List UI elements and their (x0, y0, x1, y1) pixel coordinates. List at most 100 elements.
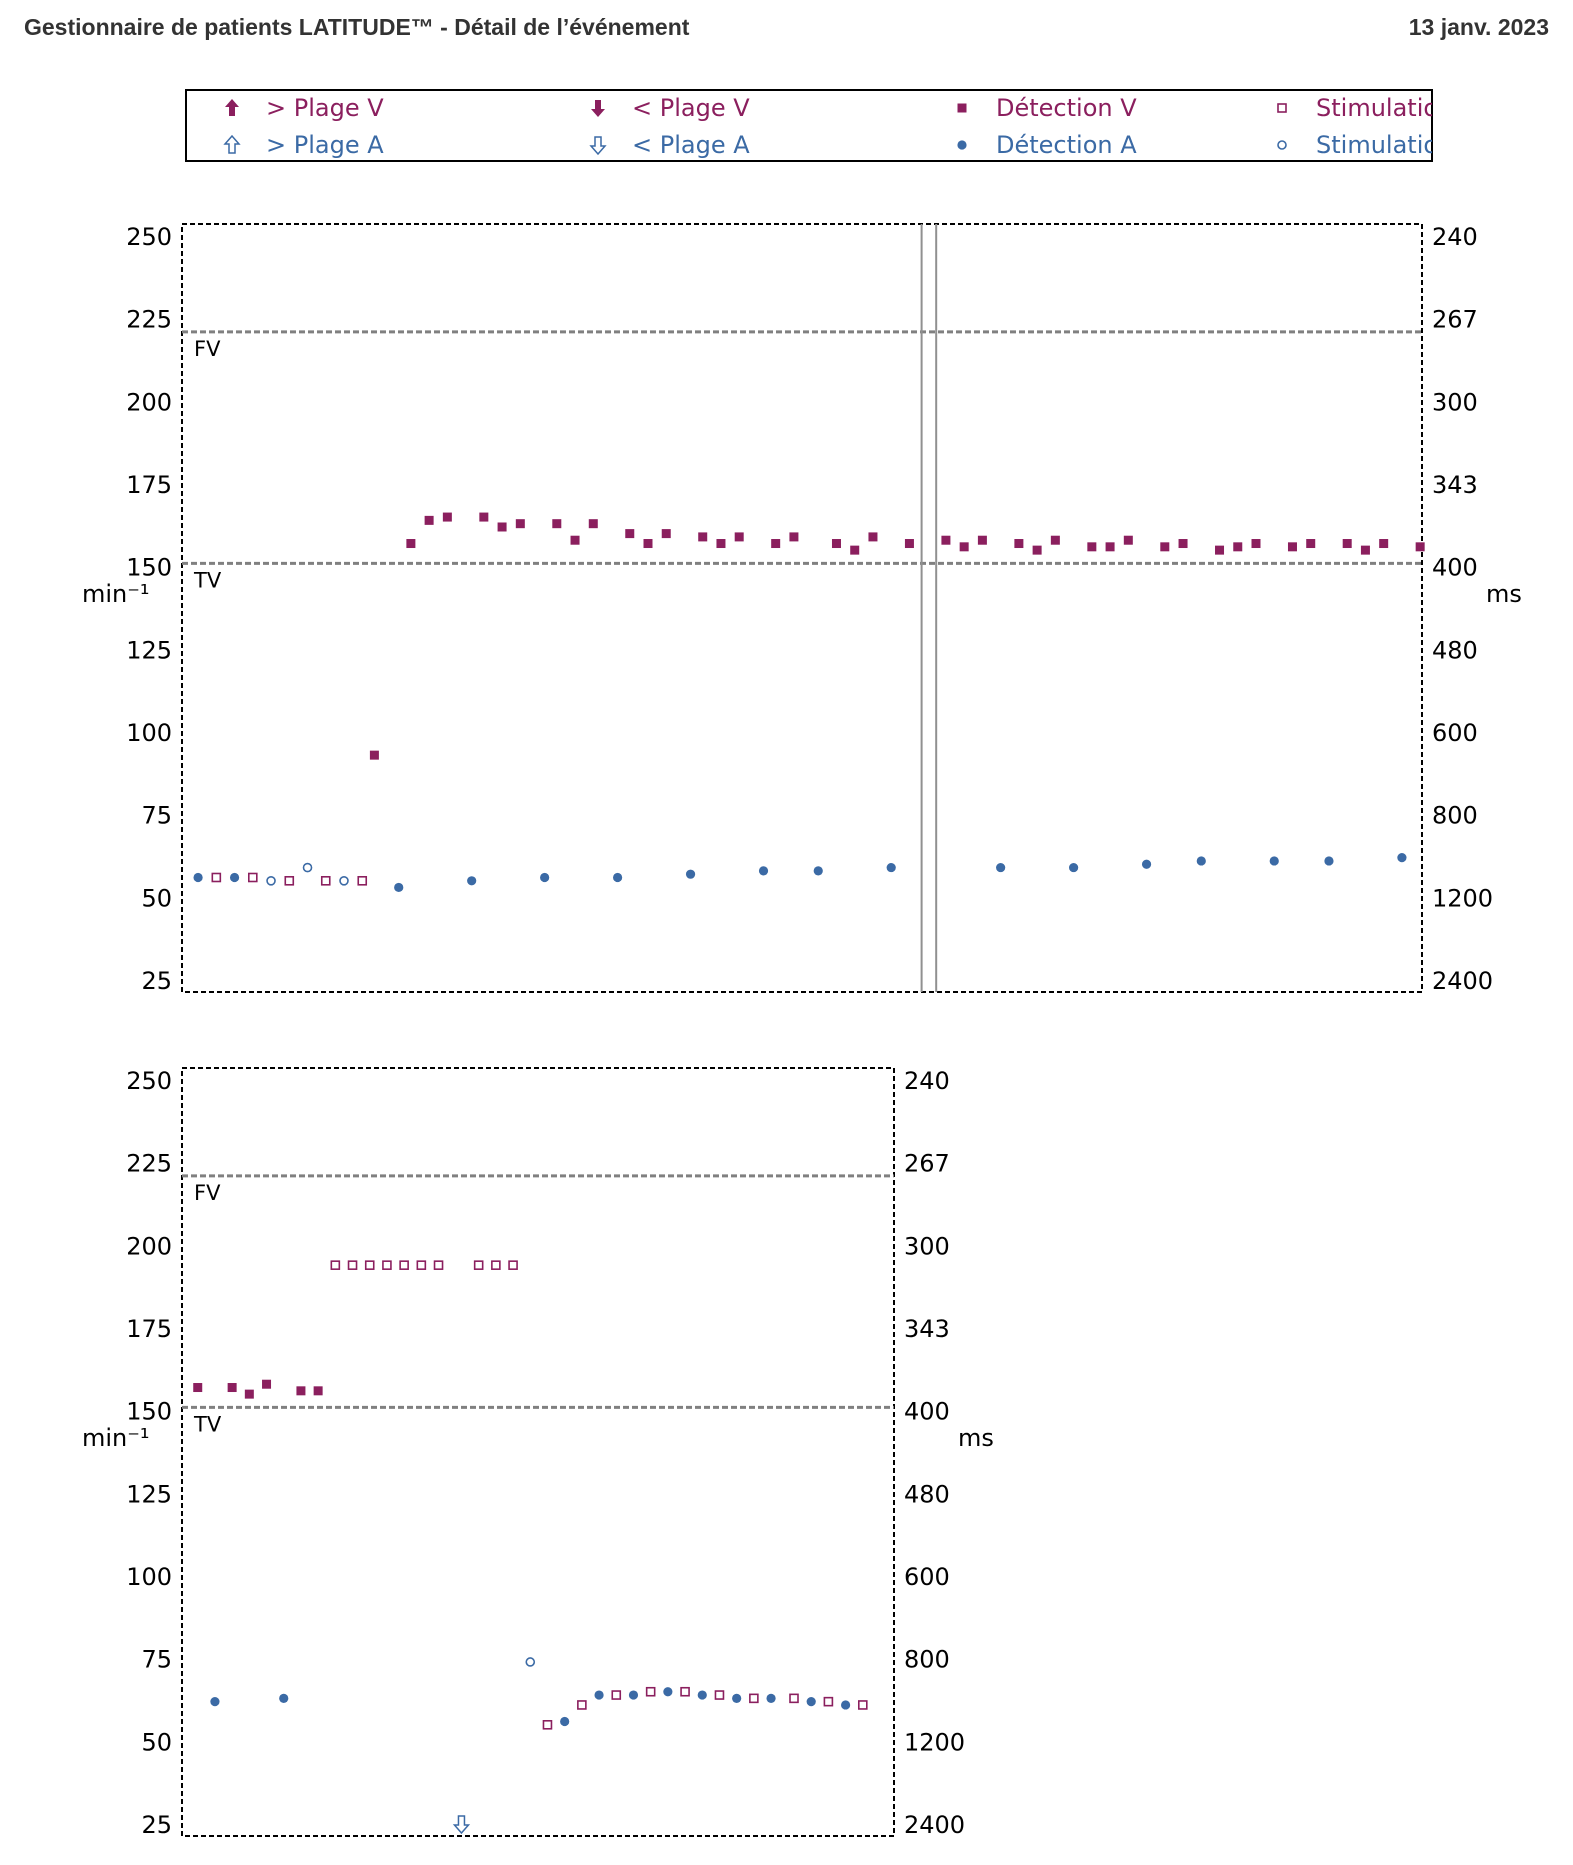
y-tick-label-left: 200 (126, 388, 172, 416)
data-point (1196, 856, 1206, 866)
data-point (806, 1697, 816, 1707)
y-tick-label-left: 225 (126, 306, 172, 334)
y-tick-label-right: 300 (904, 1232, 950, 1260)
data-point (193, 872, 203, 883)
y-tick-label-left: 25 (141, 967, 172, 995)
data-point (542, 1720, 553, 1730)
data-point (1379, 539, 1389, 549)
y-tick-label-left: 50 (141, 1728, 172, 1756)
filled-circle-icon (957, 140, 967, 150)
data-point (229, 872, 240, 883)
data-point (399, 1260, 409, 1270)
y-tick-label-right: 1200 (904, 1728, 965, 1756)
data-point (628, 1690, 639, 1700)
y-tick-label-left: 25 (141, 1811, 172, 1839)
data-point (330, 1260, 341, 1270)
data-point (732, 1693, 742, 1703)
data-point (789, 1693, 799, 1704)
data-point (1178, 539, 1188, 549)
data-point (1397, 853, 1407, 863)
data-point (1306, 539, 1316, 549)
data-point (1324, 856, 1334, 866)
y-tick-label-left: 175 (126, 471, 172, 499)
y-axis-label-right: ms (958, 1424, 994, 1452)
y-tick-label-right: 343 (1432, 471, 1478, 499)
data-point (789, 532, 799, 542)
y-tick-label-right: 600 (1432, 719, 1478, 747)
data-point (442, 512, 452, 522)
data-point (570, 535, 580, 545)
open-up-arrow-icon (223, 134, 241, 154)
data-point (766, 1693, 776, 1703)
data-point (857, 1700, 868, 1710)
data-point (1050, 535, 1060, 545)
data-point (347, 1260, 358, 1270)
data-point (525, 1657, 536, 1667)
data-point (491, 1260, 501, 1270)
data-point (1123, 535, 1133, 545)
data-point (394, 882, 404, 893)
y-tick-label-right: 480 (1432, 636, 1478, 664)
data-point (1141, 859, 1152, 869)
data-point (433, 1260, 444, 1270)
y-tick-label-right: 240 (904, 1067, 950, 1095)
y-tick-label-right: 1200 (1432, 884, 1493, 912)
y-tick-label-right: 267 (1432, 306, 1478, 334)
y-tick-label-right: 343 (904, 1315, 950, 1343)
data-point (613, 872, 623, 883)
data-point (886, 862, 896, 873)
y-tick-label-left: 125 (126, 636, 172, 664)
data-point (645, 1686, 656, 1697)
threshold-label: TV (193, 568, 222, 592)
data-point (996, 862, 1006, 873)
data-point (467, 876, 477, 886)
data-point (1087, 542, 1097, 552)
y-tick-label-right: 800 (904, 1646, 950, 1674)
legend-label: < Plage V (632, 94, 750, 122)
data-point (1269, 856, 1279, 866)
data-point (540, 872, 550, 883)
data-point (643, 539, 653, 549)
data-point (904, 539, 914, 549)
legend-label: > Plage V (266, 94, 384, 122)
y-tick-label-left: 150 (126, 554, 172, 582)
data-point (339, 875, 349, 886)
data-point (661, 529, 671, 539)
data-point (364, 1260, 375, 1270)
threshold-label: FV (194, 337, 221, 361)
open-square-icon (1277, 103, 1287, 113)
data-point (406, 539, 416, 549)
y-tick-label-right: 400 (904, 1398, 950, 1426)
data-point (941, 535, 951, 545)
y-tick-label-right: 600 (904, 1563, 950, 1591)
data-point (369, 750, 379, 760)
data-point (868, 532, 878, 542)
data-point (594, 1690, 604, 1700)
data-point (577, 1700, 587, 1710)
data-point (625, 529, 635, 539)
data-point (685, 869, 696, 879)
data-point (244, 1389, 254, 1399)
y-tick-label-right: 2400 (1432, 967, 1493, 995)
data-point (611, 1690, 622, 1700)
data-point (1160, 542, 1170, 552)
data-point (1032, 545, 1042, 555)
data-point (977, 535, 987, 545)
plot-frame (181, 1067, 895, 1837)
y-tick-label-left: 50 (141, 884, 172, 912)
filled-square-icon (957, 103, 967, 113)
legend-label: Stimulation V (1316, 94, 1478, 122)
data-point (758, 866, 769, 876)
threshold-label: TV (193, 1412, 222, 1436)
plot-frame (181, 223, 1423, 993)
data-point (357, 875, 368, 886)
y-tick-label-left: 175 (126, 1315, 172, 1343)
legend-label: Détection V (996, 94, 1137, 122)
data-point (473, 1260, 484, 1270)
data-point (1360, 545, 1370, 555)
data-point (424, 515, 434, 525)
data-point (1233, 542, 1243, 552)
y-axis-label-left: min⁻¹ (82, 1424, 150, 1452)
y-tick-label-right: 300 (1432, 388, 1478, 416)
open-circle-icon (1277, 140, 1287, 150)
